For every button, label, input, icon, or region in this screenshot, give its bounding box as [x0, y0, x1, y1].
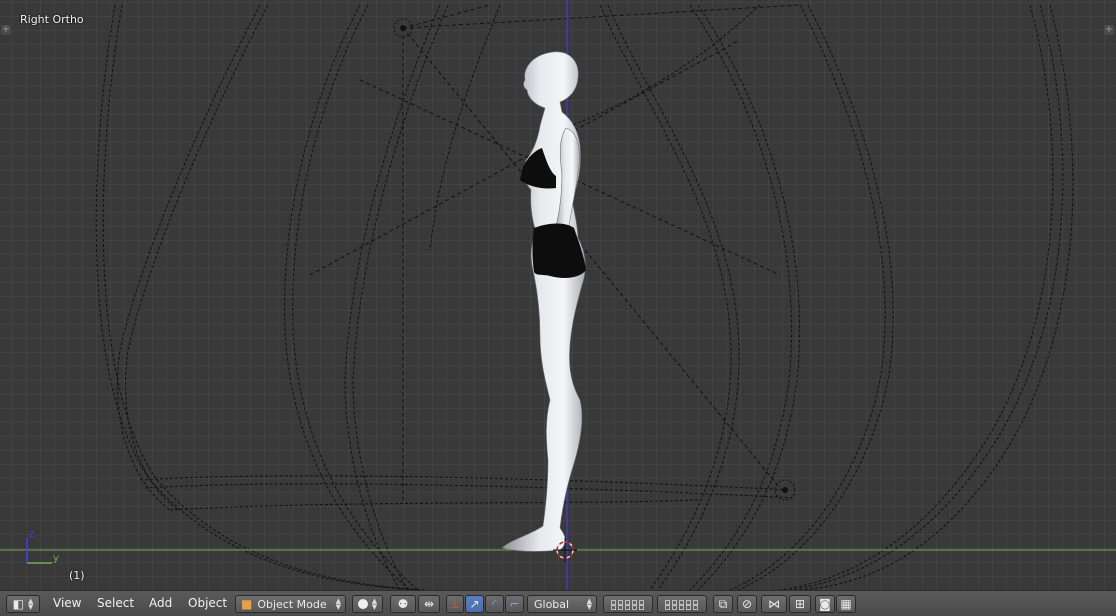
transform-orientation-select[interactable]: Global ▲ ▼	[527, 595, 597, 613]
arrow-icon: ↗	[469, 597, 480, 611]
svg-text:z: z	[29, 529, 34, 540]
svg-text:y: y	[53, 553, 59, 564]
rotate-manipulator[interactable]: ◜	[485, 595, 504, 613]
opengl-render-button[interactable]: ◙	[815, 595, 835, 613]
manipulator-toggle[interactable]: ⊥	[446, 595, 464, 613]
proportional-edit-icon: ⊘	[741, 597, 753, 611]
cube-icon: ■	[241, 597, 253, 611]
layers-group-1[interactable]	[603, 595, 653, 613]
menu-add[interactable]: Add	[149, 596, 172, 610]
menu-object[interactable]: Object	[188, 596, 227, 610]
corner-split-plus-icon[interactable]: +	[1104, 25, 1114, 35]
camera-icon: ◙	[819, 597, 831, 611]
mode-select-value: Object Mode	[257, 597, 327, 611]
translate-manipulator[interactable]: ↗	[465, 595, 484, 613]
opengl-anim-button[interactable]: ▦	[836, 595, 856, 613]
corner-split-plus-icon[interactable]: +	[1, 25, 11, 35]
scene-canvas: z y	[0, 0, 1116, 590]
viewport-shading-button[interactable]: ▲ ▼	[352, 595, 383, 613]
pivot-point-button[interactable]: ⚉	[390, 595, 416, 613]
solid-sphere-icon	[357, 599, 368, 609]
proportional-edit-button[interactable]: ⊘	[737, 595, 757, 613]
empty-objects	[393, 18, 796, 501]
layers-grid-icon	[611, 599, 645, 610]
snap-element-button[interactable]: ⊞	[789, 595, 811, 613]
dashed-curves	[95, 4, 1074, 590]
snap-button[interactable]: ⋈	[761, 595, 787, 613]
frame-number: (1)	[69, 569, 85, 582]
lock-camera-button[interactable]: ⧉	[713, 595, 733, 613]
view-name-label: Right Ortho	[20, 13, 84, 26]
editor-type-button[interactable]: ◧ ▲ ▼	[6, 595, 40, 613]
mode-select[interactable]: ■ Object Mode ▲ ▼	[235, 595, 346, 613]
pivot-icon: ⚉	[397, 597, 409, 611]
pivot-center-toggle[interactable]: ⇹	[418, 595, 440, 613]
magnet-icon: ⋈	[768, 597, 780, 611]
viewport-header: ◧ ▲ ▼ View Select Add Object ■ Object Mode…	[0, 590, 1116, 616]
pivot-align-icon: ⇹	[423, 597, 435, 611]
lock-icon: ⧉	[718, 596, 728, 611]
manipulator-toggle-icon: ⊥	[449, 597, 461, 611]
3d-viewport[interactable]: z y Right Ortho (1) + +	[0, 0, 1116, 590]
scale-manipulator[interactable]: ⌐	[505, 595, 524, 613]
clapper-icon: ▦	[840, 597, 852, 611]
human-figure	[501, 51, 586, 552]
axis-gizmo: z y	[26, 529, 59, 564]
arc-icon: ◜	[492, 597, 497, 611]
layers-group-2[interactable]	[657, 595, 707, 613]
layers-grid-icon	[665, 599, 699, 610]
orientation-value: Global	[534, 597, 570, 611]
snap-element-icon: ⊞	[794, 597, 806, 611]
menu-select[interactable]: Select	[97, 596, 134, 610]
menu-view[interactable]: View	[53, 596, 81, 610]
scale-icon: ⌐	[509, 597, 520, 611]
cube-icon: ◧	[12, 597, 24, 611]
